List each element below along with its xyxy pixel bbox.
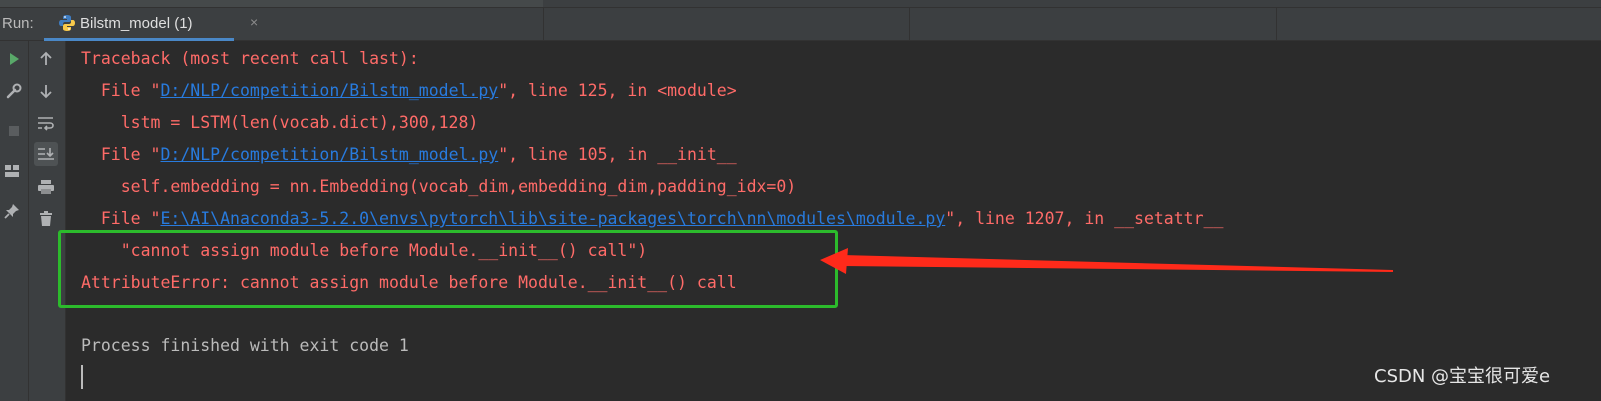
- red-arrow-annotation: [820, 248, 1393, 274]
- watermark: CSDN @宝宝很可爱e: [1374, 366, 1551, 387]
